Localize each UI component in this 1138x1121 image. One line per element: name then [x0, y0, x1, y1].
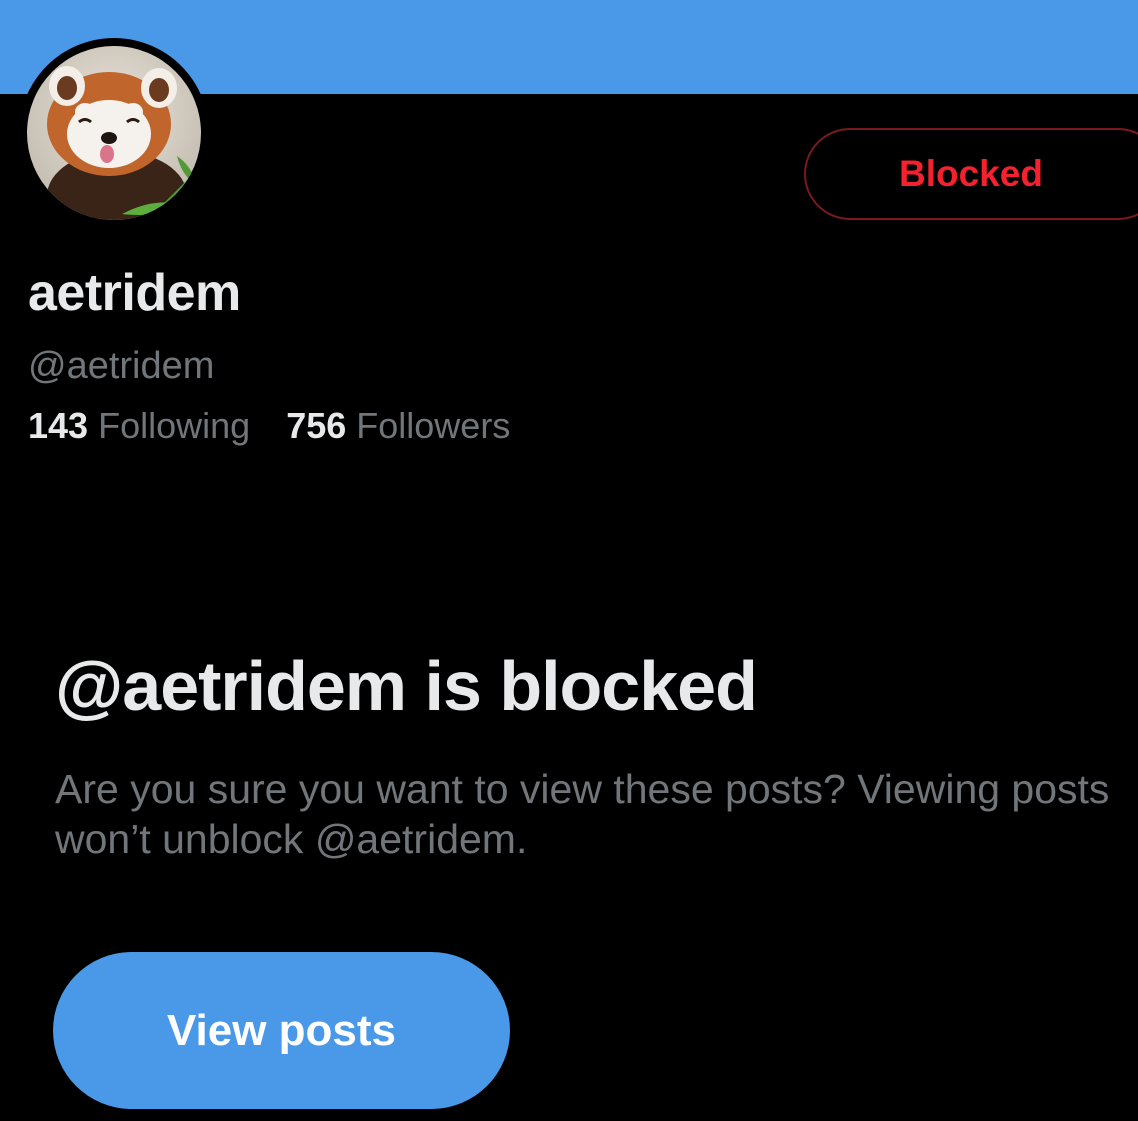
followers-label: Followers: [356, 405, 511, 446]
blocked-notice-description: Are you sure you want to view these post…: [55, 766, 1110, 862]
blocked-button[interactable]: Blocked: [804, 128, 1138, 220]
profile-page: Blocked aetridem @aetridem 143 Following…: [0, 0, 1138, 1121]
display-name: aetridem: [28, 264, 241, 322]
avatar[interactable]: [19, 38, 209, 228]
following-stat[interactable]: 143 Following: [28, 404, 250, 448]
following-count: 143: [28, 405, 89, 446]
following-label: Following: [98, 405, 251, 446]
view-posts-button[interactable]: View posts: [53, 952, 510, 1109]
blocked-notice-title: @aetridem is blocked: [55, 647, 758, 725]
followers-count: 756: [286, 405, 347, 446]
red-panda-avatar-icon: [27, 46, 201, 220]
profile-stats: 143 Following 756 Followers: [28, 404, 536, 448]
profile-handle: @aetridem: [28, 345, 215, 387]
followers-stat[interactable]: 756 Followers: [286, 404, 510, 448]
